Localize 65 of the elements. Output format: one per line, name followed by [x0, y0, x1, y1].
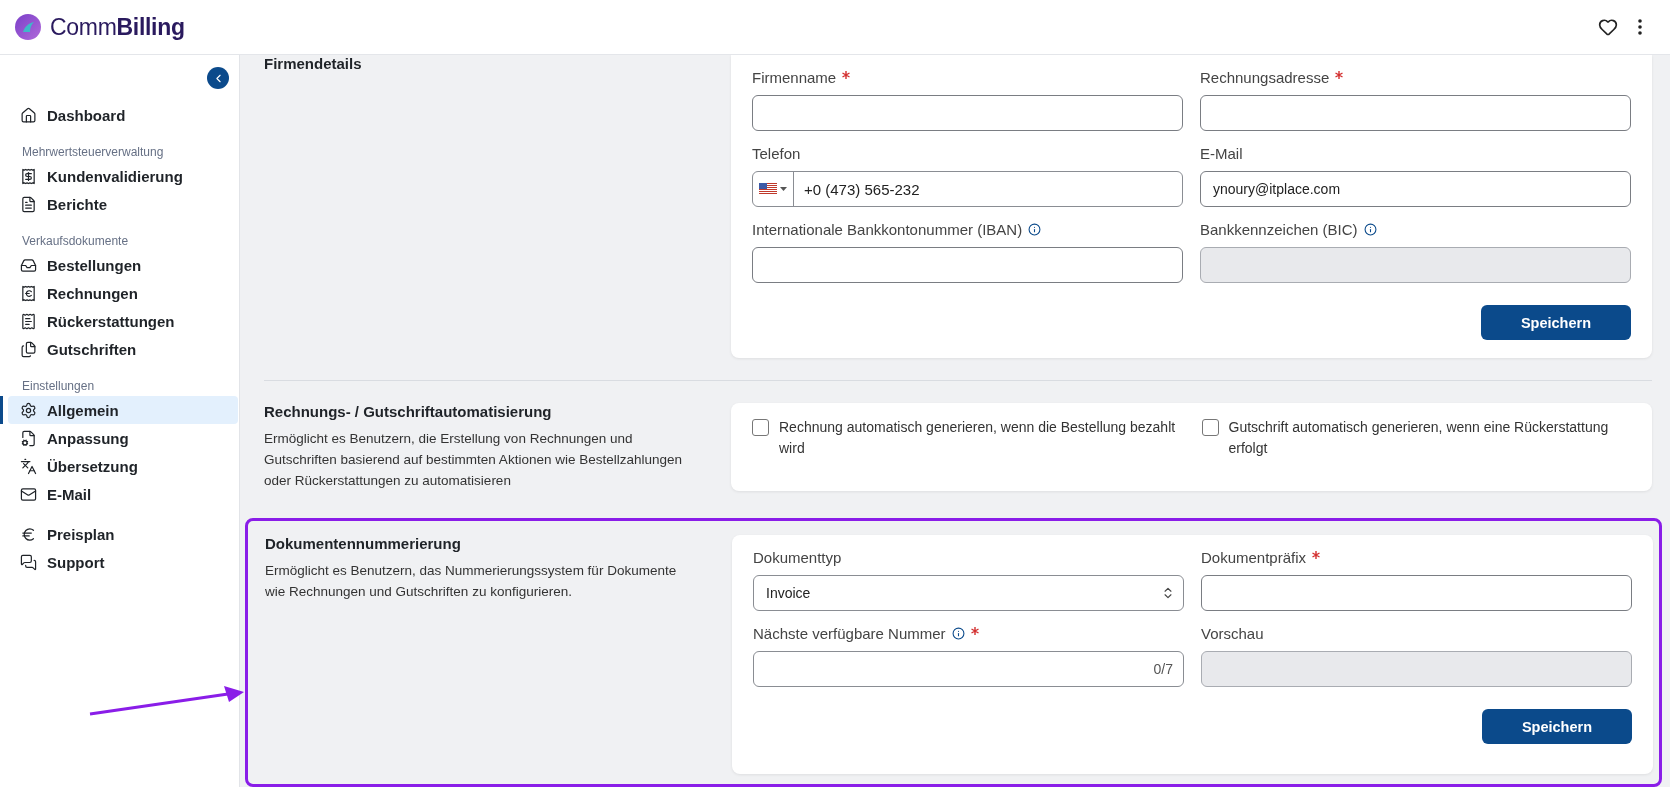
active-indicator: [0, 396, 3, 424]
text-field[interactable]: ynoury@itplace.com: [1200, 171, 1631, 207]
brand-name: CommBilling: [50, 13, 185, 41]
nav-item[interactable]: Rechnungen: [8, 279, 238, 307]
field-label: Vorschau: [1201, 625, 1264, 642]
heart-icon: [1598, 17, 1618, 37]
text-field[interactable]: [752, 95, 1183, 131]
checkbox-label: Rechnung automatisch generieren, wenn die Bestellung bezahlt wird: [779, 418, 1177, 458]
nav-item[interactable]: Berichte: [8, 190, 238, 218]
receipt-icon: [20, 167, 37, 185]
more-icon: [1638, 19, 1642, 35]
nav-item[interactable]: Preisplan: [8, 520, 238, 548]
field-label: Nächste verfügbare Nummer: [753, 625, 946, 642]
settings-icon: [20, 401, 37, 419]
nav-item[interactable]: E-Mail: [8, 480, 238, 508]
translate-icon: [20, 457, 37, 475]
nav-item[interactable]: Support: [8, 548, 238, 576]
text-field[interactable]: [752, 247, 1183, 283]
nav-item[interactable]: Übersetzung: [8, 452, 238, 480]
field-label: Firmenname: [752, 69, 837, 86]
mail-icon: [20, 485, 37, 503]
field-label: Dokumentpräfix: [1201, 549, 1307, 566]
nav-item[interactable]: Rückerstattungen: [8, 307, 238, 335]
chat-icon: [20, 553, 37, 571]
nav-group-heading: Mehrwertsteuerverwaltung: [21, 144, 165, 161]
nav-item[interactable]: Bestellungen: [8, 251, 238, 279]
section-title: Dokumentennummerierung: [265, 535, 462, 552]
phone-field[interactable]: +0 (473) 565-232: [752, 171, 1183, 207]
section-title: Rechnungs- / Gutschriftautomatisierung: [264, 403, 553, 420]
section-description: Ermöglicht es Benutzern, das Nummerierungssystem für Dokumente wie Rechnungen und Gutschriften zu konfigurieren.: [265, 562, 678, 601]
nav-item[interactable]: Kundenvalidierung: [8, 162, 238, 190]
home-icon: [20, 106, 37, 124]
nav-item[interactable]: Anpassung: [8, 424, 238, 452]
flag-icon: [759, 183, 777, 195]
euro-receipt-icon: [20, 284, 37, 302]
receipt-icon: [20, 312, 37, 330]
text-field[interactable]: [1200, 95, 1631, 131]
nav-item[interactable]: Allgemein: [8, 396, 238, 424]
nav-group-heading: Einstellungen: [21, 378, 96, 395]
files-icon: [20, 340, 37, 358]
document-icon: [20, 195, 37, 213]
nav-item[interactable]: Dashboard: [8, 101, 238, 129]
euro-icon: [20, 525, 37, 543]
field-label: E-Mail: [1200, 145, 1243, 162]
field-label: Dokumenttyp: [753, 549, 842, 566]
save-button[interactable]: Speichern: [1482, 709, 1632, 744]
inbox-icon: [20, 256, 37, 274]
caret-icon: [780, 187, 787, 191]
number-field[interactable]: 0/7: [753, 651, 1184, 687]
nav-item[interactable]: Gutschriften: [8, 335, 238, 363]
section-title: Firmendetails: [264, 55, 363, 72]
collapse-button[interactable]: [207, 67, 229, 89]
section-description: Ermöglicht es Benutzern, die Erstellung von Rechnungen und Gutschriften basierend auf bestimmten Aktionen wie Bestellzahlungen oder Rückerstattungen zu automatisieren: [264, 430, 683, 490]
field-label: Bankkennzeichen (BIC): [1200, 221, 1358, 238]
field-label: Rechnungsadresse: [1200, 69, 1330, 86]
checkbox-label: Gutschrift automatisch generieren, wenn eine Rückerstattung erfolgt: [1228, 418, 1610, 458]
save-button[interactable]: Speichern: [1481, 305, 1631, 340]
text-field[interactable]: [1201, 575, 1632, 611]
field-label: Internationale Bankkontonummer (IBAN): [752, 221, 1023, 238]
field-label: Telefon: [752, 145, 801, 162]
checkbox[interactable]: [1201, 419, 1219, 436]
checkbox[interactable]: [752, 419, 769, 436]
select-field[interactable]: Invoice: [753, 575, 1184, 611]
file-gear-icon: [20, 429, 37, 447]
nav-group-heading: Verkaufsdokumente: [21, 233, 130, 250]
